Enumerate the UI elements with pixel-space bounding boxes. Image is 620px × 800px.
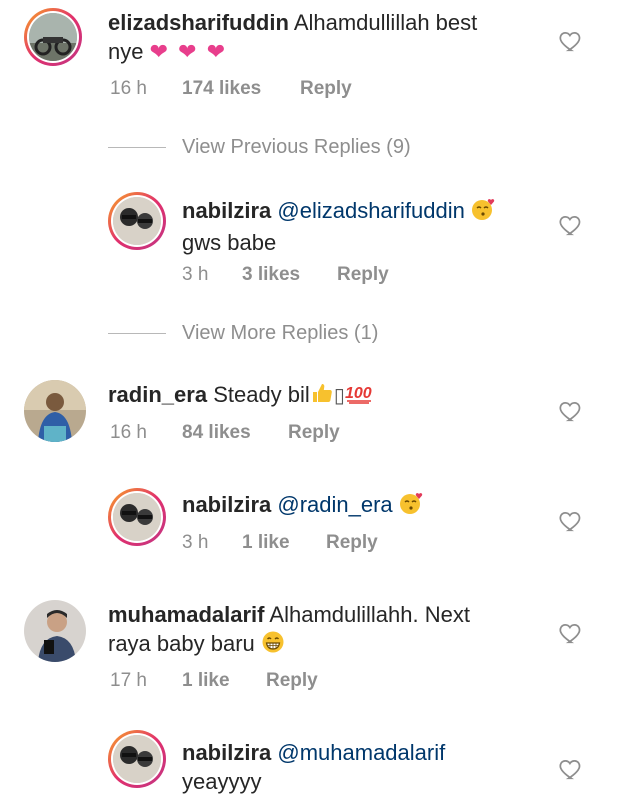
view-more-replies-label[interactable]: View More Replies (1) — [182, 322, 378, 345]
couple-image — [113, 197, 161, 245]
divider — [108, 332, 166, 334]
avatar[interactable] — [24, 8, 82, 66]
couple-image — [113, 735, 161, 783]
timestamp: 16 h — [110, 78, 147, 99]
svg-text:100: 100 — [345, 385, 372, 402]
username[interactable]: radin_era — [108, 382, 207, 407]
grinning-face-icon — [261, 630, 285, 661]
view-more-replies[interactable]: View More Replies (1) — [108, 318, 378, 348]
timestamp: 17 h — [110, 670, 147, 691]
comment-text: nye — [108, 39, 144, 64]
reply-button[interactable]: Reply — [288, 422, 340, 444]
timestamp: 16 h — [110, 422, 147, 443]
username[interactable]: nabilzira — [182, 198, 271, 223]
heart-icon[interactable] — [558, 398, 584, 424]
heart-emoji: ❤ ❤ ❤ — [149, 39, 228, 64]
divider — [108, 146, 166, 148]
timestamp: 3 h — [182, 532, 209, 553]
reply-button[interactable]: Reply — [326, 532, 378, 554]
comment-text: Steady bil — [213, 382, 310, 407]
likes-count[interactable]: 1 like — [182, 670, 266, 692]
likes-count[interactable]: 84 likes — [182, 422, 288, 444]
reply-button[interactable]: Reply — [300, 78, 352, 100]
motorcycle-image — [29, 13, 77, 61]
avatar[interactable] — [24, 380, 86, 442]
username[interactable]: muhamadalarif — [108, 602, 265, 627]
view-previous-replies[interactable]: View Previous Replies (9) — [108, 132, 411, 162]
likes-count[interactable]: 1 like — [242, 532, 326, 554]
avatar[interactable] — [24, 600, 86, 662]
username[interactable]: elizadsharifuddin — [108, 10, 289, 35]
heart-icon[interactable] — [558, 508, 584, 534]
heart-icon[interactable] — [558, 212, 584, 238]
heart-icon[interactable] — [558, 28, 584, 54]
username[interactable]: nabilzira — [182, 492, 271, 517]
mention-link[interactable]: @elizadsharifuddin — [277, 198, 464, 223]
person-image — [24, 380, 86, 442]
kissing-face-icon — [471, 197, 497, 228]
reply-button[interactable]: Reply — [337, 264, 389, 286]
mention-link[interactable]: @radin_era — [277, 492, 392, 517]
timestamp: 3 h — [182, 264, 209, 285]
likes-count[interactable]: 3 likes — [242, 264, 337, 286]
comment-text: gws babe — [182, 229, 277, 255]
heart-icon[interactable] — [558, 756, 584, 782]
username[interactable]: nabilzira — [182, 740, 271, 765]
thumbs-up-icon — [310, 381, 334, 412]
mention-link[interactable]: @muhamadalarif — [277, 740, 445, 765]
avatar[interactable] — [108, 488, 166, 546]
missing-glyph: ▯ — [333, 385, 345, 407]
couple-image — [113, 493, 161, 541]
avatar[interactable] — [108, 730, 166, 788]
likes-count[interactable]: 174 likes — [182, 78, 300, 100]
hundred-points-icon: 100 — [345, 382, 375, 411]
heart-icon[interactable] — [558, 620, 584, 646]
comment-text: raya baby baru — [108, 631, 255, 656]
kissing-face-icon — [399, 491, 425, 522]
person-image — [24, 600, 86, 662]
comment-text: Alhamdullillah best — [293, 10, 478, 35]
comment-text: yeayyyy — [182, 769, 262, 794]
reply-button[interactable]: Reply — [266, 670, 318, 692]
avatar[interactable] — [108, 192, 166, 250]
comment-text: Alhamdulillahh. Next — [269, 602, 470, 627]
view-previous-replies-label[interactable]: View Previous Replies (9) — [182, 136, 411, 159]
